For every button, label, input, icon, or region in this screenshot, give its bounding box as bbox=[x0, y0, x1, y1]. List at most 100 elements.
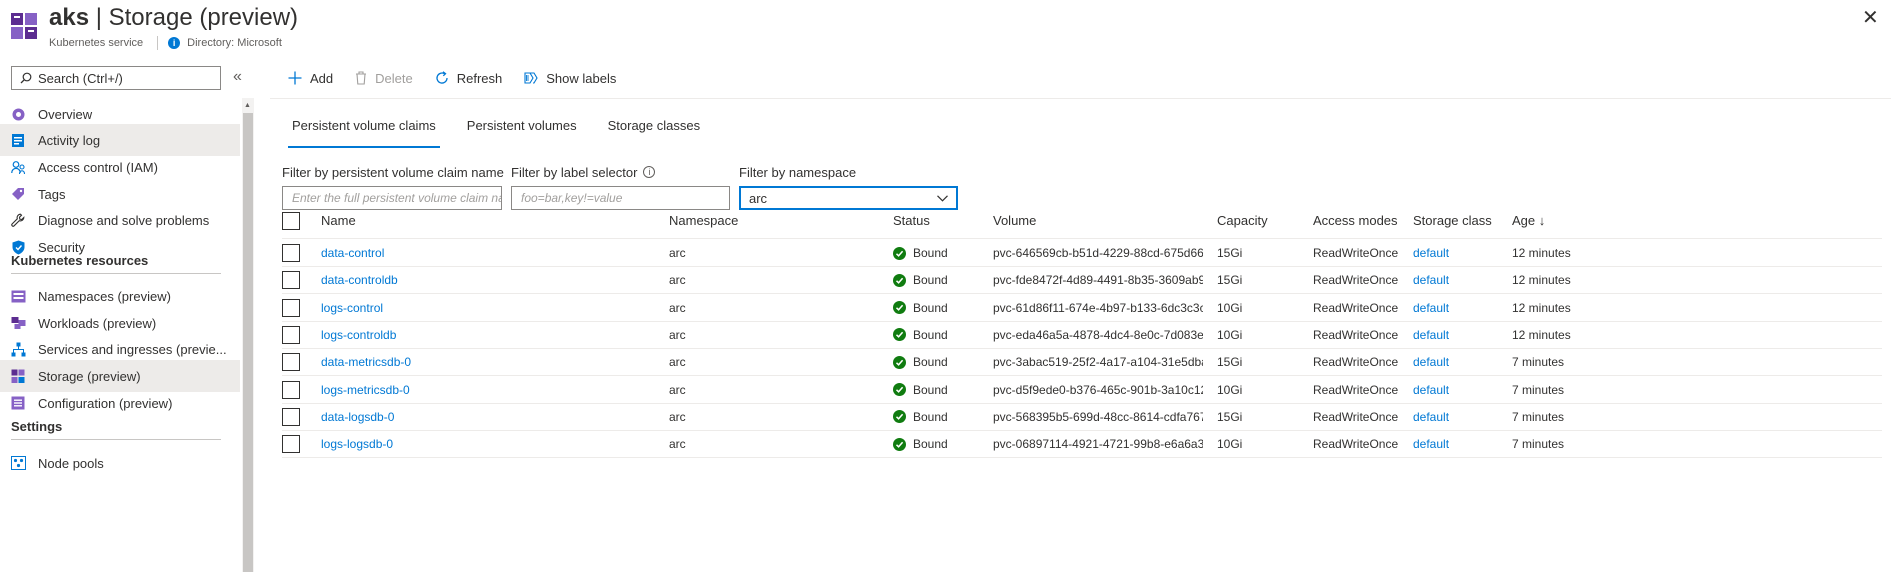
table-row[interactable]: logs-logsdb-0 arc Bound pvc-06897114-4921-4… bbox=[282, 431, 1882, 459]
search-input[interactable]: Search (Ctrl+/) bbox=[11, 66, 221, 90]
age-cell-wrapper: 7 minutes bbox=[1512, 431, 1612, 457]
info-icon[interactable]: i bbox=[643, 166, 656, 178]
column-header-age[interactable]: Age ↓ bbox=[1512, 203, 1612, 238]
storage-class-link[interactable]: default bbox=[1413, 328, 1449, 342]
column-header-status[interactable]: Status bbox=[893, 203, 983, 238]
row-checkbox[interactable] bbox=[282, 353, 300, 372]
pvc-name-link[interactable]: logs-logsdb-0 bbox=[321, 437, 393, 451]
row-checkbox[interactable] bbox=[282, 298, 300, 317]
show-labels-button[interactable]: Show labels bbox=[524, 71, 616, 86]
storage-class-link[interactable]: default bbox=[1413, 355, 1449, 369]
check-circle-icon bbox=[893, 383, 906, 396]
page-title: aks | Storage (preview) bbox=[49, 4, 298, 32]
table-row[interactable]: data-logsdb-0 arc Bound pvc-568395b5-699d-4… bbox=[282, 404, 1882, 431]
close-icon[interactable]: ✕ bbox=[1862, 8, 1879, 28]
pvc-name-link-wrapper: data-controldb bbox=[321, 267, 651, 293]
column-header-capacity[interactable]: Capacity bbox=[1217, 203, 1297, 238]
pvc-name-link[interactable]: data-control bbox=[321, 246, 384, 260]
status-text: Bound bbox=[913, 246, 948, 260]
volume-cell-wrapper: pvc-eda46a5a-4878-4dc4-8e0c-7d083e39... bbox=[993, 322, 1203, 348]
tab-strip: Persistent volume claims Persistent volu… bbox=[288, 118, 731, 148]
storage-class-link-wrapper: default bbox=[1413, 404, 1508, 430]
storage-class-link[interactable]: default bbox=[1413, 410, 1449, 424]
select-all-checkbox[interactable] bbox=[282, 211, 300, 230]
sidebar-item-configuration[interactable]: Configuration (preview) bbox=[0, 387, 240, 419]
row-checkbox[interactable] bbox=[282, 407, 300, 426]
volume-cell: pvc-3abac519-25f2-4a17-a104-31e5dba7... bbox=[993, 355, 1203, 370]
tab-persistent-volumes[interactable]: Persistent volumes bbox=[467, 118, 577, 148]
age-cell-wrapper: 12 minutes bbox=[1512, 295, 1612, 321]
storage-class-link-wrapper: default bbox=[1413, 295, 1508, 321]
refresh-button[interactable]: Refresh bbox=[435, 70, 503, 86]
volume-cell-wrapper: pvc-3abac519-25f2-4a17-a104-31e5dba7... bbox=[993, 349, 1203, 375]
delete-button[interactable]: Delete bbox=[355, 71, 413, 86]
volume-cell-wrapper: pvc-568395b5-699d-48cc-8614-cdfa7679... bbox=[993, 404, 1203, 430]
row-checkbox[interactable] bbox=[282, 380, 300, 399]
row-select-cell bbox=[282, 404, 312, 430]
table-row[interactable]: logs-controldb arc Bound pvc-eda46a5a-4878-… bbox=[282, 322, 1882, 349]
table-row[interactable]: data-metricsdb-0 arc Bound pvc-3abac519-25f… bbox=[282, 349, 1882, 377]
iam-icon bbox=[10, 159, 26, 175]
section-divider bbox=[11, 439, 221, 440]
pvc-name-link[interactable]: data-controldb bbox=[321, 273, 398, 287]
row-checkbox[interactable] bbox=[282, 435, 300, 454]
pvc-name-link[interactable]: data-logsdb-0 bbox=[321, 410, 394, 424]
column-header-storage-class[interactable]: Storage class bbox=[1413, 203, 1508, 238]
directory-label: Directory: Microsoft bbox=[187, 37, 282, 49]
storage-class-link[interactable]: default bbox=[1413, 383, 1449, 397]
age-cell: 12 minutes bbox=[1512, 327, 1571, 342]
row-checkbox[interactable] bbox=[282, 244, 300, 262]
table-row[interactable]: data-control arc Bound pvc-646569cb-b51d-42… bbox=[282, 240, 1882, 267]
row-checkbox[interactable] bbox=[282, 325, 300, 344]
row-select-cell bbox=[282, 322, 312, 348]
workloads-icon bbox=[10, 315, 26, 331]
sidebar-item-label: Storage (preview) bbox=[38, 368, 141, 384]
collapse-menu-icon[interactable]: « bbox=[233, 68, 242, 86]
node-pools-icon bbox=[10, 455, 26, 471]
row-select-cell bbox=[282, 267, 312, 293]
tab-storage-classes[interactable]: Storage classes bbox=[608, 118, 701, 148]
namespace-cell: arc bbox=[669, 382, 686, 397]
storage-class-link[interactable]: default bbox=[1413, 273, 1449, 287]
capacity-cell: 10Gi bbox=[1217, 382, 1243, 397]
row-checkbox[interactable] bbox=[282, 271, 300, 290]
capacity-cell: 10Gi bbox=[1217, 437, 1243, 452]
add-button[interactable]: Add bbox=[288, 71, 333, 86]
namespace-cell-wrapper: arc bbox=[669, 377, 869, 403]
storage-class-link-wrapper: default bbox=[1413, 349, 1508, 375]
title-separator: | bbox=[95, 4, 102, 31]
storage-class-link[interactable]: default bbox=[1413, 301, 1449, 315]
tab-persistent-volume-claims[interactable]: Persistent volume claims bbox=[288, 118, 440, 148]
storage-class-link[interactable]: default bbox=[1413, 437, 1449, 451]
labels-icon bbox=[524, 72, 538, 84]
volume-cell-wrapper: pvc-d5f9ede0-b376-465c-901b-3a10c127... bbox=[993, 377, 1203, 403]
menu-scrollbar-thumb[interactable] bbox=[243, 113, 253, 572]
pvc-name-link[interactable]: data-metricsdb-0 bbox=[321, 355, 411, 369]
filter-namespace-label: Filter by namespace bbox=[739, 164, 857, 180]
check-circle-icon bbox=[893, 246, 906, 260]
wrench-icon bbox=[10, 212, 26, 228]
age-cell-wrapper: 12 minutes bbox=[1512, 267, 1612, 293]
pvc-name-link[interactable]: logs-metricsdb-0 bbox=[321, 383, 410, 397]
column-header-name[interactable]: Name bbox=[321, 203, 651, 238]
table-row[interactable]: logs-metricsdb-0 arc Bound pvc-d5f9ede0-b37… bbox=[282, 377, 1882, 404]
column-header-namespace[interactable]: Namespace bbox=[669, 203, 869, 238]
access-modes-cell-wrapper: ReadWriteOnce bbox=[1313, 240, 1408, 266]
storage-class-link[interactable]: default bbox=[1413, 246, 1449, 260]
table-row[interactable]: logs-control arc Bound pvc-61d86f11-674e-4b… bbox=[282, 295, 1882, 322]
pvc-name-link[interactable]: logs-control bbox=[321, 301, 383, 315]
scroll-up-arrow-icon[interactable]: ▲ bbox=[244, 102, 251, 109]
column-header-access-modes[interactable]: Access modes bbox=[1313, 203, 1408, 238]
sidebar-item-node-pools[interactable]: Node pools bbox=[0, 447, 240, 479]
check-circle-icon bbox=[893, 328, 906, 342]
refresh-label: Refresh bbox=[456, 70, 503, 86]
check-circle-icon bbox=[893, 355, 906, 369]
pvc-name-link[interactable]: logs-controldb bbox=[321, 328, 396, 342]
access-modes-cell: ReadWriteOnce bbox=[1313, 246, 1399, 260]
column-header-volume[interactable]: Volume bbox=[993, 203, 1203, 238]
age-cell: 7 minutes bbox=[1512, 437, 1565, 452]
kubernetes-service-icon bbox=[11, 13, 37, 39]
resource-menu: Search (Ctrl+/) « Overview Activity log … bbox=[0, 58, 254, 572]
namespace-cell: arc bbox=[669, 437, 686, 452]
table-row[interactable]: data-controldb arc Bound pvc-fde8472f-4d89-… bbox=[282, 267, 1882, 295]
